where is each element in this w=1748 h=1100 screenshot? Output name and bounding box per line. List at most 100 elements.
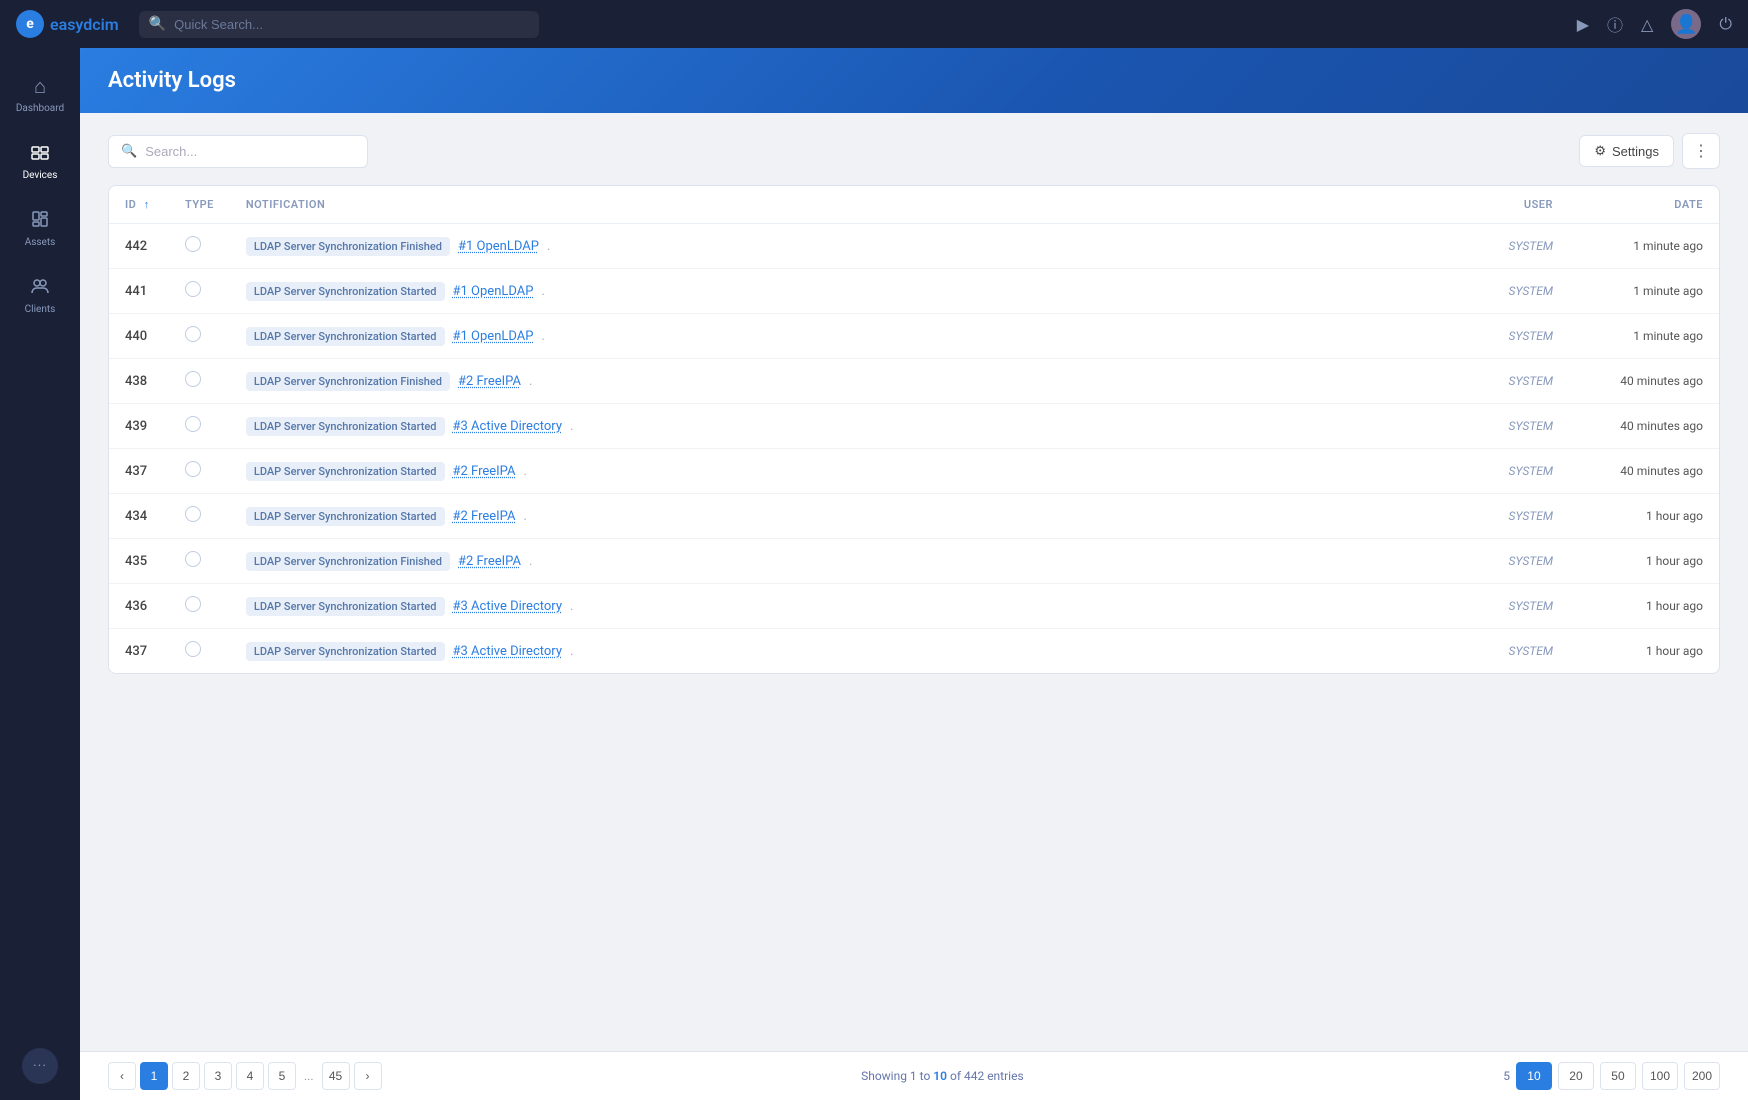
ldap-link[interactable]: #1 OpenLDAP xyxy=(453,329,534,344)
ldap-link[interactable]: #3 Active Directory xyxy=(453,419,562,434)
sidebar-item-assets[interactable]: Assets xyxy=(6,199,74,258)
row-id: 442 xyxy=(109,224,169,269)
row-user: SYSTEM xyxy=(1449,224,1569,269)
logo[interactable]: e easydcim xyxy=(16,10,119,38)
row-user: SYSTEM xyxy=(1449,314,1569,359)
notification-badge: LDAP Server Synchronization Started xyxy=(246,507,445,526)
row-user: SYSTEM xyxy=(1449,494,1569,539)
row-id: 435 xyxy=(109,539,169,584)
clients-icon xyxy=(30,276,50,300)
link-dot: . xyxy=(570,599,573,614)
pagination-page-last[interactable]: 45 xyxy=(322,1062,350,1090)
per-page-200[interactable]: 200 xyxy=(1684,1062,1720,1090)
pagination-page-1[interactable]: 1 xyxy=(140,1062,168,1090)
notification-badge: LDAP Server Synchronization Started xyxy=(246,417,445,436)
type-circle-icon xyxy=(185,506,201,522)
sidebar-item-clients[interactable]: Clients xyxy=(6,266,74,325)
pagination-page-2[interactable]: 2 xyxy=(172,1062,200,1090)
avatar[interactable]: 👤 xyxy=(1671,9,1701,39)
row-date: 1 hour ago xyxy=(1569,584,1719,629)
table-row: 441 LDAP Server Synchronization Started … xyxy=(109,269,1719,314)
play-icon[interactable]: ▶ xyxy=(1577,15,1589,34)
table-row: 442 LDAP Server Synchronization Finished… xyxy=(109,224,1719,269)
quick-search-input[interactable] xyxy=(174,11,529,38)
table-row: 439 LDAP Server Synchronization Started … xyxy=(109,404,1719,449)
pagination-page-4[interactable]: 4 xyxy=(236,1062,264,1090)
row-id: 436 xyxy=(109,584,169,629)
sidebar-item-devices[interactable]: Devices xyxy=(6,132,74,191)
row-notification: LDAP Server Synchronization Finished #2 … xyxy=(230,539,1449,584)
link-dot: . xyxy=(547,239,550,254)
per-page-50[interactable]: 50 xyxy=(1600,1062,1636,1090)
row-notification: LDAP Server Synchronization Started #3 A… xyxy=(230,584,1449,629)
ldap-link[interactable]: #2 FreeIPA xyxy=(458,374,521,389)
row-type xyxy=(169,494,230,539)
notification-badge: LDAP Server Synchronization Started xyxy=(246,282,445,301)
ldap-link[interactable]: #2 FreeIPA xyxy=(458,554,521,569)
table-row: 435 LDAP Server Synchronization Finished… xyxy=(109,539,1719,584)
col-date: DATE xyxy=(1569,186,1719,224)
ldap-link[interactable]: #2 FreeIPA xyxy=(453,464,516,479)
row-notification: LDAP Server Synchronization Started #3 A… xyxy=(230,404,1449,449)
devices-icon xyxy=(30,142,50,166)
sidebar-item-dashboard[interactable]: ⌂ Dashboard xyxy=(6,64,74,124)
sidebar-more-button[interactable]: ··· xyxy=(22,1048,58,1084)
logo-icon: e xyxy=(16,10,44,38)
row-id: 441 xyxy=(109,269,169,314)
type-circle-icon xyxy=(185,236,201,252)
pagination-ellipsis: ... xyxy=(300,1069,318,1083)
ldap-link[interactable]: #1 OpenLDAP xyxy=(453,284,534,299)
type-circle-icon xyxy=(185,641,201,657)
row-user: SYSTEM xyxy=(1449,359,1569,404)
table-search-input[interactable] xyxy=(145,136,355,167)
notification-badge: LDAP Server Synchronization Started xyxy=(246,327,445,346)
pagination-page-3[interactable]: 3 xyxy=(204,1062,232,1090)
link-dot: . xyxy=(541,284,544,299)
quick-search-wrap: 🔍 xyxy=(139,11,539,38)
type-circle-icon xyxy=(185,551,201,567)
per-page-100[interactable]: 100 xyxy=(1642,1062,1678,1090)
topnav-actions: ▶ ⓘ △ 👤 ⏻ xyxy=(1577,9,1732,39)
more-options-button[interactable]: ⋮ xyxy=(1682,133,1720,169)
row-date: 1 hour ago xyxy=(1569,539,1719,584)
row-user: SYSTEM xyxy=(1449,269,1569,314)
link-dot: . xyxy=(570,419,573,434)
pagination-prev[interactable]: ‹ xyxy=(108,1062,136,1090)
col-id[interactable]: ID ↑ xyxy=(109,186,169,224)
notification-badge: LDAP Server Synchronization Started xyxy=(246,642,445,661)
type-circle-icon xyxy=(185,461,201,477)
col-type: TYPE xyxy=(169,186,230,224)
ldap-link[interactable]: #3 Active Directory xyxy=(453,599,562,614)
per-page-20[interactable]: 20 xyxy=(1558,1062,1594,1090)
ldap-link[interactable]: #1 OpenLDAP xyxy=(458,239,539,254)
row-type xyxy=(169,224,230,269)
pagination-next[interactable]: › xyxy=(354,1062,382,1090)
notification-badge: LDAP Server Synchronization Started xyxy=(246,462,445,481)
alert-icon[interactable]: △ xyxy=(1641,15,1653,34)
row-notification: LDAP Server Synchronization Started #3 A… xyxy=(230,629,1449,674)
row-date: 1 minute ago xyxy=(1569,269,1719,314)
pagination-page-5[interactable]: 5 xyxy=(268,1062,296,1090)
info-icon[interactable]: ⓘ xyxy=(1607,12,1623,36)
footer: ‹ 1 2 3 4 5 ... 45 › Showing 1 to 10 of … xyxy=(80,1051,1748,1100)
row-notification: LDAP Server Synchronization Finished #2 … xyxy=(230,359,1449,404)
row-id: 437 xyxy=(109,449,169,494)
row-type xyxy=(169,404,230,449)
per-page-10[interactable]: 10 xyxy=(1516,1062,1552,1090)
table-row: 437 LDAP Server Synchronization Started … xyxy=(109,449,1719,494)
row-type xyxy=(169,269,230,314)
ldap-link[interactable]: #2 FreeIPA xyxy=(453,509,516,524)
toolbar-right: ⚙ Settings ⋮ xyxy=(1579,133,1720,169)
row-user: SYSTEM xyxy=(1449,629,1569,674)
pagination: ‹ 1 2 3 4 5 ... 45 › xyxy=(108,1062,382,1090)
table-row: 437 LDAP Server Synchronization Started … xyxy=(109,629,1719,674)
row-user: SYSTEM xyxy=(1449,584,1569,629)
row-date: 40 minutes ago xyxy=(1569,449,1719,494)
row-user: SYSTEM xyxy=(1449,539,1569,584)
app-body: ⌂ Dashboard Devices xyxy=(0,48,1748,1100)
ldap-link[interactable]: #3 Active Directory xyxy=(453,644,562,659)
power-icon[interactable]: ⏻ xyxy=(1719,14,1732,34)
per-page-label: 5 xyxy=(1503,1069,1510,1083)
row-date: 1 minute ago xyxy=(1569,314,1719,359)
settings-button[interactable]: ⚙ Settings xyxy=(1579,135,1674,167)
